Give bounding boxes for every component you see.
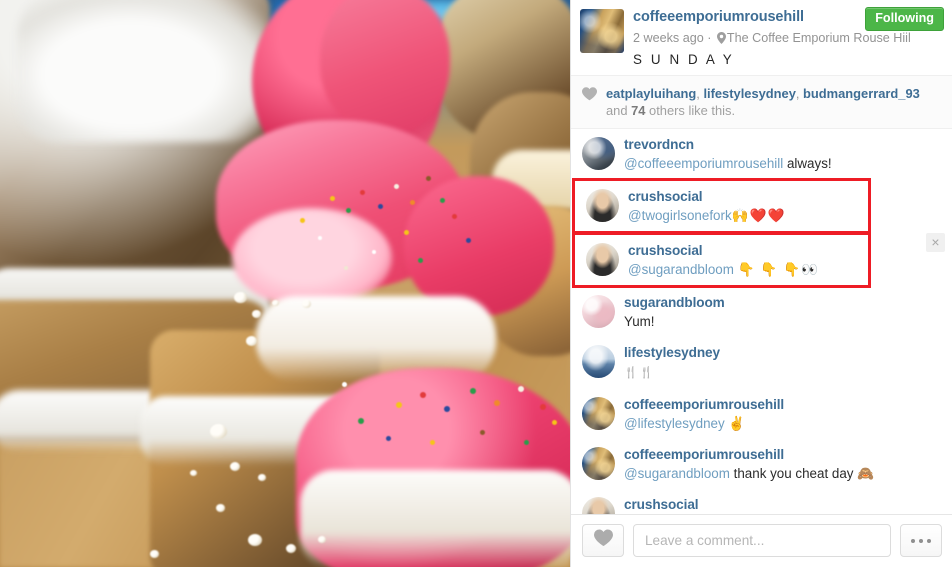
comment-item[interactable]: lifestylesydney 🍴🍴 (571, 337, 952, 389)
comment-item[interactable]: coffeeemporiumrousehill @lifestylesydney… (571, 389, 952, 439)
comment-text: @sugarandbloom 👇 👇 👇👀 (628, 260, 819, 279)
comment-text: Yum! (624, 314, 655, 329)
post-timestamp: 2 weeks ago (633, 31, 704, 45)
comment-text: 🍴🍴 (624, 362, 720, 383)
comment-mention[interactable]: @sugarandbloom (624, 466, 730, 481)
comment-item[interactable]: sugarandbloom Yum! (571, 287, 952, 337)
comment-mention[interactable]: @twogirlsonefork (628, 208, 732, 223)
comment-text: @coffeeemporiumrousehill always! (624, 154, 832, 173)
comment-emoji: 🙌❤️❤️ (731, 208, 786, 223)
comment-mention[interactable]: @coffeeemporiumrousehill (624, 156, 783, 171)
like-button[interactable] (582, 524, 624, 557)
post-caption: S U N D A Y (633, 52, 735, 67)
post-header: coffeeemporiumrousehill 2 weeks ago · Th… (571, 0, 952, 75)
comment-mention[interactable]: @lifestylesydney (624, 416, 725, 431)
comment-username[interactable]: crushsocial (624, 496, 772, 513)
likes-row: eatplayluihang, lifestylesydney, budmang… (571, 75, 952, 129)
likes-and-word: and (606, 103, 628, 118)
comment-item[interactable]: crushsocial @2hungryguys 🚀🚀🚀 (571, 489, 952, 514)
comment-compose-bar (571, 514, 952, 567)
likes-text: eatplayluihang, lifestylesydney, budmang… (606, 85, 920, 119)
comment-input[interactable] (633, 524, 891, 557)
meta-separator: · (703, 31, 715, 45)
comment-username[interactable]: lifestylesydney (624, 344, 720, 361)
comment-item[interactable]: trevordncn @coffeeemporiumrousehill alwa… (571, 129, 952, 179)
comment-mention[interactable]: @sugarandbloom (628, 262, 734, 277)
comment-emoji: ✌️ (728, 416, 747, 431)
comment-username[interactable]: coffeeemporiumrousehill (624, 396, 784, 413)
more-options-button[interactable] (900, 524, 942, 557)
comment-item[interactable]: coffeeemporiumrousehill @sugarandbloom t… (571, 439, 952, 489)
likes-suffix: others like this. (649, 103, 736, 118)
comments-list[interactable]: trevordncn @coffeeemporiumrousehill alwa… (571, 129, 952, 514)
comment-text: @sugarandbloom thank you cheat day 🙈 (624, 464, 875, 483)
comment-username[interactable]: crushsocial (628, 242, 819, 259)
post-photo[interactable] (0, 0, 570, 567)
avatar[interactable] (586, 189, 619, 222)
instagram-post-screenshot: coffeeemporiumrousehill 2 weeks ago · Th… (0, 0, 952, 567)
comment-username[interactable]: coffeeemporiumrousehill (624, 446, 875, 463)
avatar[interactable] (582, 295, 615, 328)
comment-text: @twogirlsonefork🙌❤️❤️ (628, 206, 785, 225)
comment-item-highlighted[interactable]: crushsocial @twogirlsonefork🙌❤️❤️ (572, 178, 871, 234)
comment-emoji: 🍴🍴 (624, 367, 656, 379)
avatar[interactable] (582, 497, 615, 514)
ellipsis-icon (911, 538, 931, 543)
liker-name-0[interactable]: eatplayluihang (606, 86, 696, 101)
comment-text: @lifestylesydney ✌️ (624, 414, 784, 433)
comment-emoji: 🙈 (857, 466, 876, 481)
comment-username[interactable]: crushsocial (628, 188, 785, 205)
likes-count[interactable]: 74 (631, 103, 645, 118)
photo-artwork (0, 0, 570, 567)
heart-icon (593, 529, 613, 552)
post-sidebar: coffeeemporiumrousehill 2 weeks ago · Th… (570, 0, 952, 567)
comment-username[interactable]: trevordncn (624, 136, 832, 153)
comment-body: thank you cheat day (729, 466, 858, 481)
comment-body: always! (783, 156, 832, 171)
post-location[interactable]: The Coffee Emporium Rouse Hiil (727, 31, 911, 45)
heart-icon (582, 87, 597, 101)
avatar[interactable] (582, 137, 615, 170)
map-pin-icon (716, 31, 726, 49)
comment-username[interactable]: sugarandbloom (624, 294, 725, 311)
post-meta: 2 weeks ago · The Coffee Emporium Rouse … (633, 29, 911, 49)
close-icon[interactable]: × (926, 233, 945, 252)
avatar[interactable] (586, 243, 619, 276)
avatar[interactable] (582, 345, 615, 378)
comment-emoji: 👇 👇 👇👀 (737, 262, 819, 277)
avatar[interactable] (580, 9, 624, 53)
comment-item-highlighted[interactable]: crushsocial @sugarandbloom 👇 👇 👇👀 (572, 232, 871, 288)
following-button[interactable]: Following (865, 7, 944, 31)
likes-separator-1: , (795, 86, 804, 101)
avatar[interactable] (582, 447, 615, 480)
liker-name-2[interactable]: budmangerrard_93 (803, 86, 920, 101)
avatar[interactable] (582, 397, 615, 430)
liker-name-1[interactable]: lifestylesydney (703, 86, 795, 101)
